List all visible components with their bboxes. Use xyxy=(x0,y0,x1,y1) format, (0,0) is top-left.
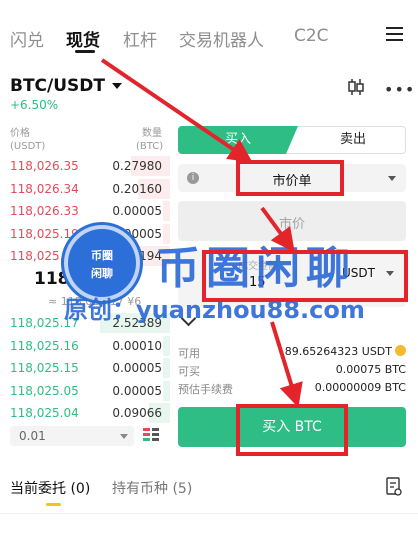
buyable-value: 0.00075 BTC xyxy=(335,363,406,376)
pair-selector[interactable]: BTC/USDT xyxy=(10,76,105,96)
orders-tabs: 当前委托 (0) 持有币种 (5) xyxy=(0,470,418,510)
fee-label: 预估手续费 xyxy=(178,383,233,396)
bid-row[interactable]: 118,025.15 0.00005 xyxy=(0,357,170,379)
depth-icon[interactable] xyxy=(142,426,160,444)
bid-row[interactable]: 118,025.05 0.00005 xyxy=(0,380,170,402)
order-price: 118,026.34 xyxy=(10,181,79,196)
depth-bar xyxy=(163,335,170,356)
available-value-wrap: 89.65264323 USDT xyxy=(285,345,406,358)
available-label: 可用 xyxy=(178,347,200,360)
tab-holdings[interactable]: 持有币种 (5) xyxy=(112,478,192,498)
chevron-down-icon xyxy=(120,434,128,439)
order-qty: 0.20160 xyxy=(112,181,162,196)
order-price: 118,025.05 xyxy=(10,383,79,398)
precision-value: 0.01 xyxy=(19,429,46,443)
top-nav: 闪兑 现货 杠杆 交易机器人 C2C xyxy=(0,0,418,58)
price-unit-label: (USDT) xyxy=(10,141,46,152)
price-header-label: 价格 xyxy=(10,128,30,139)
buyable-row: 可买 0.00075 BTC xyxy=(178,363,406,379)
ask-row[interactable]: 118,026.35 0.27980 xyxy=(0,155,170,177)
available-value: 89.65264323 USDT xyxy=(284,345,392,358)
price-placeholder: 市价 xyxy=(278,217,305,232)
fee-row: 预估手续费 0.00000009 BTC xyxy=(178,381,406,397)
depth-bar xyxy=(163,201,170,221)
order-price: 118,026.33 xyxy=(10,204,79,218)
order-price: 118,026.35 xyxy=(10,159,79,173)
precision-select[interactable]: 0.01 xyxy=(10,426,134,446)
tab-margin[interactable]: 杠杆 xyxy=(123,26,157,51)
order-price: 118,025.15 xyxy=(10,361,79,375)
tab-flash-swap[interactable]: 闪兑 xyxy=(10,26,44,51)
depth-bar xyxy=(163,358,170,378)
annotation-box-buy xyxy=(236,404,348,456)
ob-price-header: 价格 (USDT) xyxy=(10,127,45,153)
document-icon[interactable] xyxy=(386,477,402,496)
depth-bar xyxy=(163,380,170,401)
buy-tab[interactable]: 买入 xyxy=(178,126,298,154)
ask-row[interactable]: 118,026.33 0.00005 xyxy=(0,200,170,222)
tab-c2c[interactable]: C2C xyxy=(294,26,329,46)
more-icon[interactable]: ••• xyxy=(384,80,415,99)
order-qty: 0.00005 xyxy=(112,361,162,375)
annotation-box-order-type xyxy=(236,160,344,196)
annotation-box-total xyxy=(202,250,408,302)
order-qty: 0.00005 xyxy=(112,383,162,398)
qty-header-label: 数量 xyxy=(142,128,162,139)
bid-row[interactable]: 118,025.04 0.09066 xyxy=(0,402,170,424)
usdt-coin-icon[interactable] xyxy=(395,345,406,356)
watermark-badge-bottom: 闲聊 xyxy=(91,267,113,280)
order-qty: 0.09066 xyxy=(112,406,162,420)
chevron-down-icon xyxy=(388,176,396,181)
available-row: 可用 89.65264323 USDT xyxy=(178,345,406,361)
menu-icon[interactable] xyxy=(386,27,403,42)
tab-trading-bot[interactable]: 交易机器人 xyxy=(179,26,264,51)
order-qty: 0.00005 xyxy=(112,204,162,218)
ask-row[interactable]: 118,026.34 0.20160 xyxy=(0,178,170,200)
order-price: 118,025.19 xyxy=(10,226,79,241)
candlestick-icon[interactable] xyxy=(347,78,365,96)
fee-value: 0.00000009 BTC xyxy=(314,381,406,394)
ob-qty-header: 数量 (BTC) xyxy=(136,127,164,153)
bid-row[interactable]: 118,025.16 0.00010 xyxy=(0,335,170,357)
order-price: 118,025.04 xyxy=(10,406,79,420)
buyable-label: 可买 xyxy=(178,365,200,378)
caret-down-icon[interactable] xyxy=(112,83,122,89)
divider xyxy=(0,513,418,514)
order-qty: 0.27980 xyxy=(112,159,162,173)
sell-tab[interactable]: 卖出 xyxy=(300,126,406,154)
order-price: 118,025.16 xyxy=(10,338,79,353)
qty-unit-label: (BTC) xyxy=(136,141,164,152)
active-tab-underline xyxy=(46,503,61,506)
tab-open-orders[interactable]: 当前委托 (0) xyxy=(10,478,90,498)
tab-spot[interactable]: 现货 xyxy=(66,26,100,53)
order-qty: 0.00010 xyxy=(112,338,162,353)
watermark-badge-top: 币圈 xyxy=(91,249,113,262)
price-change: +6.50% xyxy=(10,98,59,112)
